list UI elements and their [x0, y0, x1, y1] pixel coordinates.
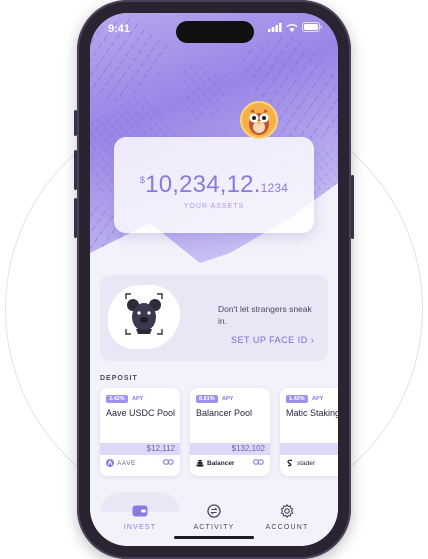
pool-value: $1: [280, 443, 338, 455]
wifi-icon: [286, 23, 298, 32]
pool-card-matic[interactable]: 1.42% APY Matic Staking $1 stader: [280, 388, 338, 476]
pool-name: Matic Staking: [286, 408, 338, 418]
assets-label: YOUR ASSETS: [183, 203, 245, 210]
pool-card-balancer[interactable]: 8.81% APY Balancer Pool $132,102 Balance…: [190, 388, 270, 476]
pool-name: Aave USDC Pool: [106, 408, 176, 418]
apy-badge: 8.81%: [196, 395, 218, 403]
apy-badge: 1.42%: [286, 395, 308, 403]
stage: 9:41 $10,234,12.1234 YOUR ASSETS Don't l…: [0, 0, 428, 559]
stader-icon: [287, 459, 293, 467]
pool-value: $132,102: [190, 443, 270, 455]
provider-name: AAVE: [117, 459, 136, 467]
owl-avatar-icon: [242, 103, 276, 137]
silent-switch: [74, 110, 77, 136]
balance-whole: 10,234,12.: [145, 171, 261, 198]
avatar[interactable]: [240, 101, 278, 139]
apy-badge: 3.42%: [106, 395, 128, 403]
aave-icon: [106, 459, 114, 467]
home-indicator[interactable]: [174, 536, 254, 539]
balance-decimals: 1234: [260, 181, 289, 195]
apy-label: APY: [132, 396, 144, 402]
tab-label: ACTIVITY: [193, 524, 235, 531]
gear-icon: [280, 504, 294, 518]
phone-screen: 9:41 $10,234,12.1234 YOUR ASSETS Don't l…: [90, 13, 338, 546]
wallet-icon: [132, 505, 148, 517]
provider-name: stader: [297, 459, 316, 467]
provider-logo: Balancer: [196, 459, 234, 467]
power-button: [351, 175, 354, 239]
setup-face-id-link[interactable]: SET UP FACE ID ›: [231, 335, 314, 345]
volume-down-button: [74, 198, 77, 238]
face-id-message: Don't let strangers sneak in.: [218, 304, 312, 326]
tab-label: ACCOUNT: [265, 524, 309, 531]
pool-value: $12,112: [100, 443, 180, 455]
link-icon[interactable]: [163, 458, 174, 468]
dynamic-island: [176, 21, 254, 43]
pool-name: Balancer Pool: [196, 408, 253, 418]
provider-logo: stader: [286, 459, 315, 467]
swap-icon: [207, 504, 221, 518]
pool-card-aave[interactable]: 3.42% APY Aave USDC Pool $12,112 AAVE: [100, 388, 180, 476]
phone-frame: 9:41 $10,234,12.1234 YOUR ASSETS Don't l…: [74, 0, 354, 559]
status-icons: [268, 22, 322, 32]
apy-label: APY: [222, 396, 234, 402]
battery-icon: [302, 22, 322, 32]
balancer-icon: [196, 459, 204, 467]
tab-label: INVEST: [123, 524, 157, 531]
tab-account[interactable]: ACCOUNT: [252, 504, 322, 531]
link-icon[interactable]: [253, 458, 264, 468]
koala-face-scan-icon: [125, 293, 163, 335]
tab-invest[interactable]: INVEST: [105, 504, 175, 531]
status-time: 9:41: [108, 23, 131, 35]
currency-symbol: $: [139, 175, 146, 185]
provider-name: Balancer: [207, 459, 235, 467]
signal-icon: [268, 22, 282, 32]
tab-activity[interactable]: ACTIVITY: [179, 504, 249, 531]
balance-amount: $10,234,12.1234: [114, 171, 314, 199]
volume-up-button: [74, 150, 77, 190]
apy-label: APY: [312, 396, 324, 402]
assets-card: $10,234,12.1234 YOUR ASSETS: [114, 137, 314, 233]
provider-logo: AAVE: [106, 459, 136, 467]
face-id-card[interactable]: Don't let strangers sneak in. SET UP FAC…: [100, 275, 328, 361]
face-illustration: [108, 285, 180, 349]
deposit-section-label: DEPOSIT: [100, 375, 138, 382]
